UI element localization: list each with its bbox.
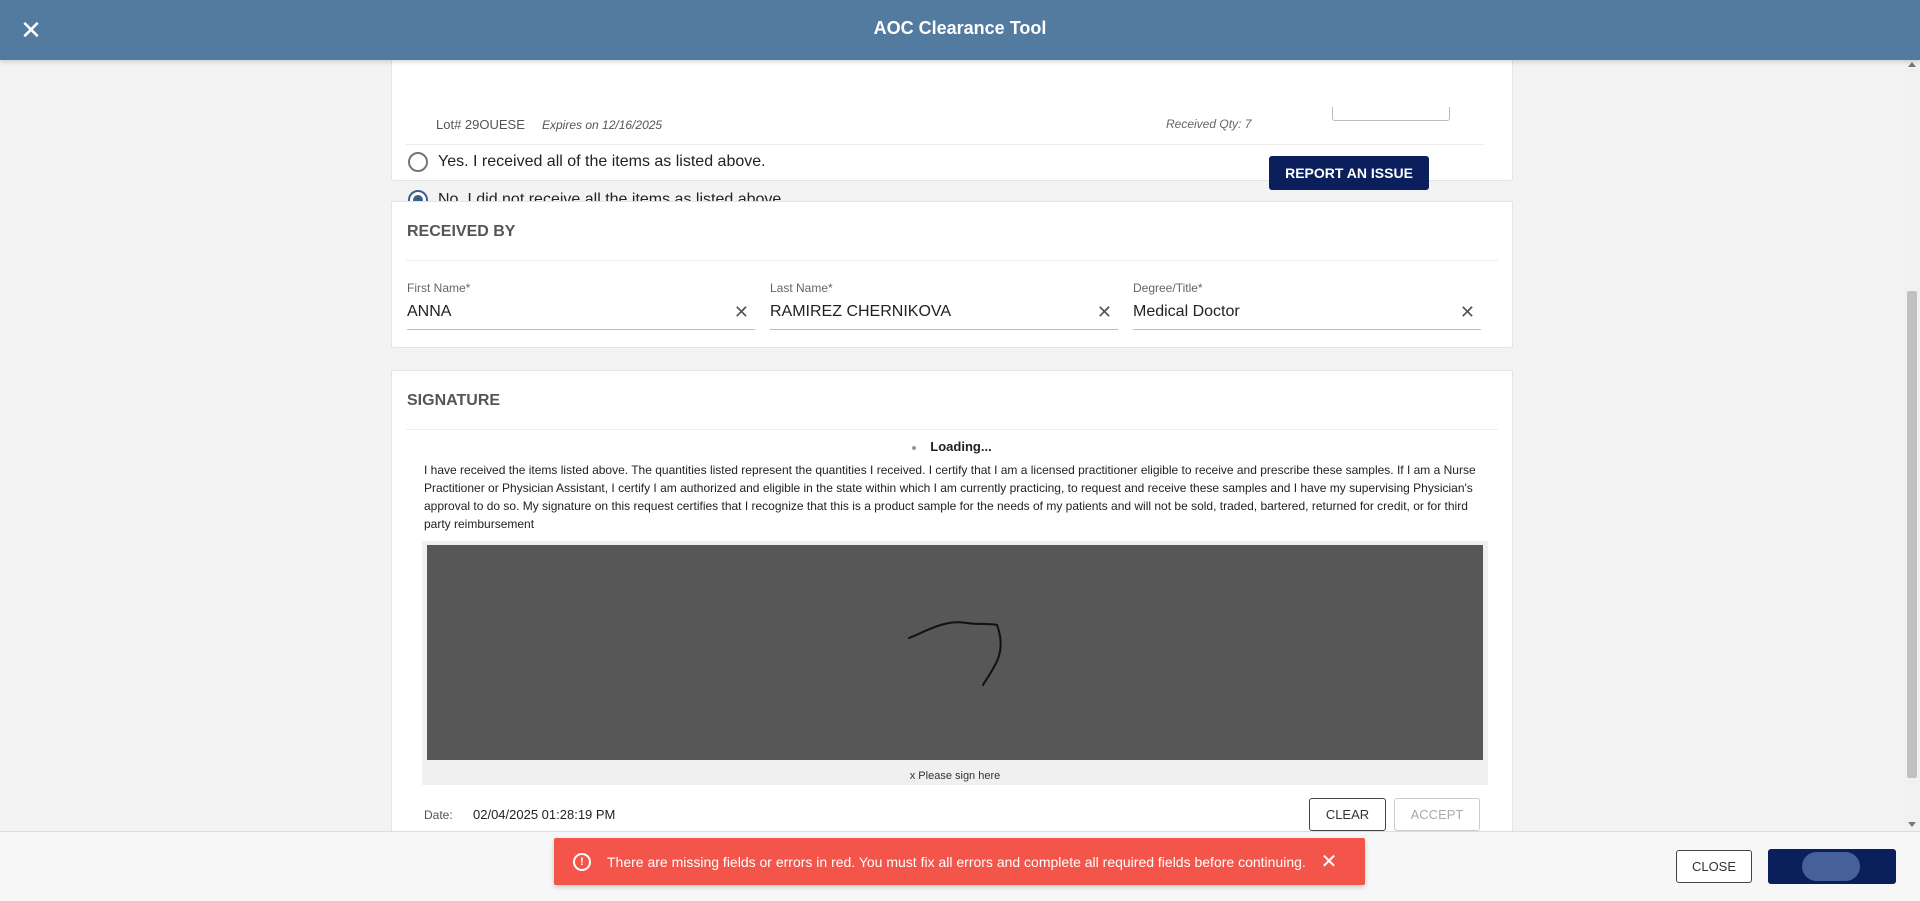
radio-received-all[interactable]: Yes. I received all of the items as list… <box>408 152 766 172</box>
certification-text: I have received the items listed above. … <box>424 463 1476 531</box>
scrollbar-thumb[interactable] <box>1907 291 1917 778</box>
received-qty: Received Qty: 7 <box>1166 117 1252 131</box>
spinner-icon <box>912 445 917 450</box>
loading-text: Loading... <box>930 439 992 454</box>
date-value: 02/04/2025 01:28:19 PM <box>473 807 616 822</box>
report-issue-button[interactable]: REPORT AN ISSUE <box>1269 156 1429 190</box>
close-button[interactable]: CLOSE <box>1676 850 1752 883</box>
clear-degree-title-icon[interactable]: ✕ <box>1460 303 1475 321</box>
radio-unchecked-icon[interactable] <box>408 152 428 172</box>
last-name-wrap: ✕ <box>770 299 1118 330</box>
divider <box>406 260 1498 261</box>
signature-area: x Please sign here <box>422 541 1488 785</box>
accept-signature-button[interactable]: ACCEPT <box>1394 798 1480 831</box>
last-name-label: Last Name* <box>770 281 833 295</box>
error-toast: ! There are missing fields or errors in … <box>554 838 1365 885</box>
degree-title-label: Degree/Title* <box>1133 281 1203 295</box>
button-ripple <box>1802 852 1860 881</box>
divider <box>406 144 1484 145</box>
clear-last-name-icon[interactable]: ✕ <box>1097 303 1112 321</box>
divider <box>406 429 1498 430</box>
alert-circle-icon: ! <box>573 852 591 871</box>
main-content[interactable]: Lot# 29OUESE Expires on 12/16/2025 Recei… <box>0 60 1904 831</box>
expiration-date: Expires on 12/16/2025 <box>542 118 663 132</box>
sign-here-hint: x Please sign here <box>909 770 1001 782</box>
degree-title-wrap: ✕ <box>1133 299 1481 330</box>
vertical-scrollbar[interactable] <box>1904 60 1920 831</box>
clear-first-name-icon[interactable]: ✕ <box>734 303 749 321</box>
error-message: There are missing fields or errors in re… <box>607 853 1306 870</box>
section-title-received-by: RECEIVED BY <box>407 223 516 240</box>
degree-title-field: Degree/Title* ✕ <box>1133 281 1481 330</box>
first-name-input[interactable] <box>407 299 755 325</box>
date-label: Date: <box>424 808 453 822</box>
first-name-field: First Name* ✕ <box>407 281 755 330</box>
section-title-signature: SIGNATURE <box>407 392 501 409</box>
toast-close-icon[interactable]: ✕ <box>1319 852 1339 872</box>
row-action-button[interactable] <box>1332 107 1450 121</box>
signature-card: SIGNATURE Loading... I have received the… <box>391 370 1513 831</box>
lot-number: Lot# 29OUESE <box>436 117 525 132</box>
app-title: AOC Clearance Tool <box>873 18 1047 38</box>
loading-indicator: Loading... <box>392 439 1512 454</box>
signature-stroke <box>908 621 1002 686</box>
last-name-field: Last Name* ✕ <box>770 281 1118 330</box>
radio-received-all-label: Yes. I received all of the items as list… <box>438 153 766 170</box>
scroll-up-icon[interactable] <box>1908 62 1916 67</box>
last-name-input[interactable] <box>770 299 1118 325</box>
degree-title-input[interactable] <box>1133 299 1481 325</box>
first-name-wrap: ✕ <box>407 299 755 330</box>
submit-button[interactable] <box>1768 849 1896 884</box>
received-by-card: RECEIVED BY First Name* ✕ Last Name* ✕ D… <box>391 201 1513 348</box>
scroll-down-icon[interactable] <box>1908 822 1916 827</box>
item-confirmation-card: Lot# 29OUESE Expires on 12/16/2025 Recei… <box>391 60 1513 210</box>
signature-pad[interactable] <box>427 545 1483 760</box>
first-name-label: First Name* <box>407 281 471 295</box>
app-header: ✕ AOC Clearance Tool <box>0 0 1920 60</box>
clear-signature-button[interactable]: CLEAR <box>1309 798 1386 831</box>
